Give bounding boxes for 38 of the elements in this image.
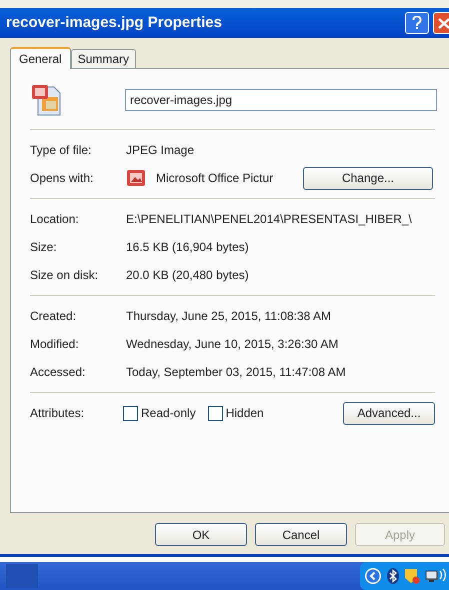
file-name-field[interactable]: recover-images.jpg bbox=[125, 89, 437, 111]
checkbox[interactable] bbox=[123, 406, 138, 420]
field-label: Opens with: bbox=[30, 170, 94, 187]
field-label: Accessed: bbox=[30, 364, 86, 381]
checkbox-label[interactable]: Hidden bbox=[226, 404, 264, 422]
field-value: 20.0 KB (20,480 bytes) bbox=[126, 267, 249, 284]
chevron-left-icon[interactable] bbox=[364, 567, 382, 585]
dialog-button[interactable]: Cancel bbox=[255, 523, 347, 546]
close-button[interactable] bbox=[433, 12, 449, 34]
field-label: Location: bbox=[30, 211, 80, 228]
field-value: Thursday, June 25, 2015, 11:08:38 AM bbox=[126, 308, 332, 325]
help-button[interactable] bbox=[405, 12, 429, 34]
window-title: recover-images.jpg Properties bbox=[6, 12, 223, 33]
close-icon bbox=[437, 17, 449, 29]
change-button[interactable]: Change... bbox=[303, 166, 433, 190]
tab[interactable]: General bbox=[10, 47, 71, 69]
field-label: Created: bbox=[30, 308, 78, 325]
field-value: 16.5 KB (16,904 bytes) bbox=[126, 239, 249, 256]
image-app-icon bbox=[126, 169, 146, 187]
bluetooth-icon[interactable] bbox=[387, 568, 399, 584]
shield-icon[interactable] bbox=[404, 568, 420, 584]
network-icon[interactable] bbox=[425, 568, 447, 584]
dialog-button[interactable]: OK bbox=[155, 523, 247, 546]
field-value: JPEG Image bbox=[126, 142, 194, 159]
field-label: Attributes: bbox=[30, 405, 86, 422]
help-icon bbox=[412, 16, 422, 30]
field-value: Microsoft Office Pictur bbox=[156, 170, 274, 187]
checkbox[interactable] bbox=[208, 406, 223, 420]
tab[interactable]: Summary bbox=[70, 49, 136, 68]
field-value: Today, September 03, 2015, 11:47:08 AM bbox=[126, 364, 346, 381]
field-label: Type of file: bbox=[30, 142, 92, 159]
field-label: Size: bbox=[30, 239, 58, 256]
field-value: E:\PENELITIAN\PENEL2014\PRESENTASI_HIBER_\ bbox=[126, 211, 412, 228]
advanced-button[interactable]: Advanced... bbox=[343, 402, 435, 424]
field-label: Size on disk: bbox=[30, 267, 100, 284]
field-value: Wednesday, June 10, 2015, 3:26:30 AM bbox=[126, 336, 338, 353]
checkbox-label[interactable]: Read-only bbox=[141, 404, 196, 422]
field-label: Modified: bbox=[30, 336, 80, 353]
